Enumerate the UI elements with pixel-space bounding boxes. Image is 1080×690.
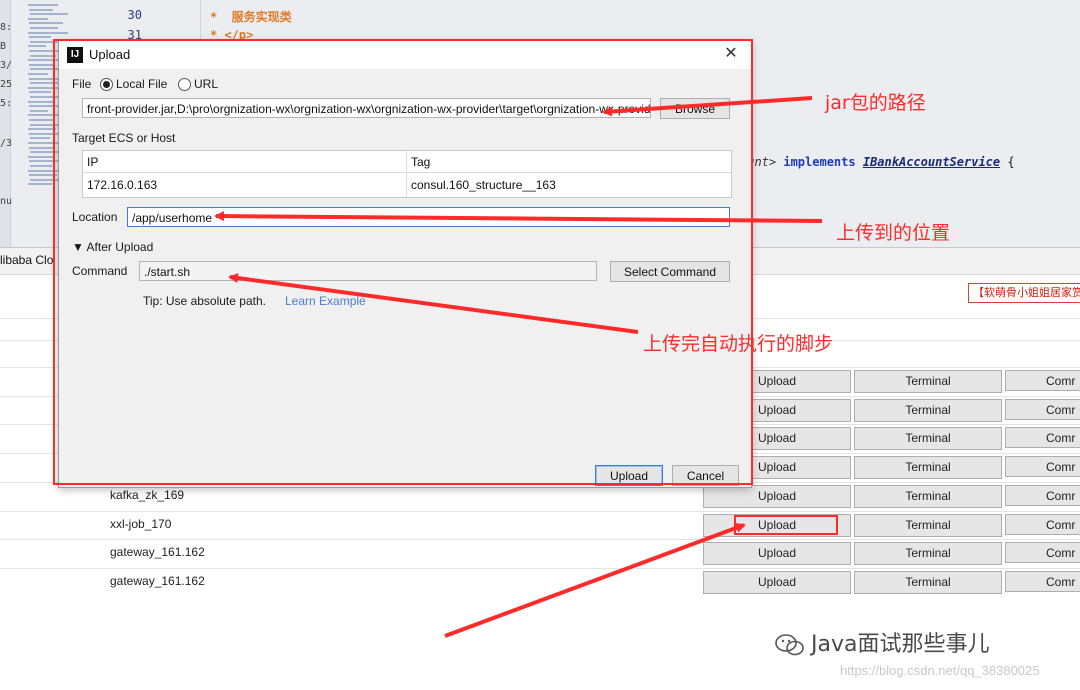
row-divider [0, 510, 1080, 512]
minimap-line [28, 31, 68, 34]
terminal-button[interactable]: Terminal [854, 370, 1002, 393]
minimap-line [29, 22, 63, 25]
command-button[interactable]: Comr [1005, 427, 1080, 449]
minimap-line [28, 17, 48, 20]
upload-button-highlight-box [734, 515, 838, 535]
minimap-line [28, 100, 54, 103]
watermark-text: Java面试那些事儿 [811, 632, 990, 657]
host-row: gateway_161.162 Upload Terminal Comr [0, 539, 1080, 568]
location-note: 上传到的位置 [836, 222, 951, 244]
minimap-line [30, 137, 50, 140]
gutter-mark: 25 [0, 79, 13, 90]
terminal-button[interactable]: Terminal [854, 542, 1002, 566]
upload-button[interactable]: Upload [703, 542, 851, 566]
minimap-line [30, 13, 68, 16]
command-button[interactable]: Comr [1005, 542, 1080, 564]
minimap-line [29, 146, 53, 149]
implements-keyword: implements [783, 155, 856, 169]
minimap-line [29, 91, 51, 94]
terminal-button[interactable]: Terminal [854, 484, 1002, 508]
notice-badge: 【软萌骨小姐姐居家赏 [968, 283, 1080, 303]
alibaba-cloud-tab[interactable]: libaba Clo [0, 253, 53, 267]
minimap-line [28, 73, 48, 75]
minimap-line [28, 183, 52, 186]
class-declaration: ount> implements IBankAccountService { [740, 155, 1015, 169]
terminal-button[interactable]: Terminal [854, 513, 1002, 537]
command-note: 上传完自动执行的脚步 [643, 333, 834, 355]
gutter-marks: 8: B 3/ 25 5: /3 nu [0, 0, 12, 250]
line-number: 30 [127, 8, 142, 22]
minimap-line [29, 63, 53, 66]
row-divider [0, 567, 1080, 569]
minimap-line [30, 109, 48, 112]
minimap-line [28, 155, 54, 158]
host-name: gateway_161.162 [110, 545, 205, 560]
host-name: xxl-job_170 [110, 516, 172, 531]
host-name: kafka_zk_169 [110, 487, 185, 502]
minimap-line [29, 8, 53, 11]
minimap-line [29, 36, 51, 39]
terminal-button[interactable]: Terminal [854, 570, 1002, 594]
wechat-icon [775, 634, 804, 656]
command-button[interactable]: Comr [1005, 398, 1080, 420]
open-brace: { [1000, 155, 1015, 169]
command-button[interactable]: Comr [1005, 370, 1080, 391]
command-button[interactable]: Comr [1005, 513, 1080, 535]
gutter-mark: 5: [0, 98, 13, 109]
terminal-button[interactable]: Terminal [854, 427, 1002, 451]
minimap-line [28, 4, 58, 6]
minimap-line [29, 119, 53, 121]
gutter-mark: 8: [0, 22, 13, 33]
minimap-line [30, 27, 58, 29]
row-divider [0, 539, 1080, 541]
gutter-mark: B [0, 41, 7, 52]
command-button[interactable]: Comr [1005, 484, 1080, 506]
host-name: gateway_161.162 [110, 573, 205, 588]
host-row: gateway_161.162 Upload Terminal Comr [0, 567, 1080, 597]
code-line-30: * 服务实现类 [210, 10, 292, 24]
upload-button[interactable]: Upload [703, 570, 851, 594]
watermark-brand: Java面试那些事儿 [775, 626, 989, 658]
watermark-url: https://blog.csdn.net/qq_38380025 [840, 663, 1040, 678]
dialog-highlight-box [53, 39, 753, 485]
terminal-button[interactable]: Terminal [854, 456, 1002, 480]
command-button[interactable]: Comr [1005, 570, 1080, 592]
interface-name: IBankAccountService [862, 155, 1001, 169]
minimap-line [28, 128, 56, 131]
upload-button[interactable]: Upload [703, 484, 851, 508]
minimap-line [30, 165, 52, 167]
command-button[interactable]: Comr [1005, 456, 1080, 478]
gutter-mark: 3/ [0, 60, 13, 71]
host-row: xxl-job_170 Upload Terminal Comr [0, 510, 1080, 540]
gutter-mark: nu [0, 196, 13, 207]
terminal-button[interactable]: Terminal [854, 398, 1002, 422]
jar-path-note: jar包的路径 [825, 92, 926, 114]
minimap-line [28, 45, 46, 48]
gutter-mark: /3 [0, 138, 13, 149]
